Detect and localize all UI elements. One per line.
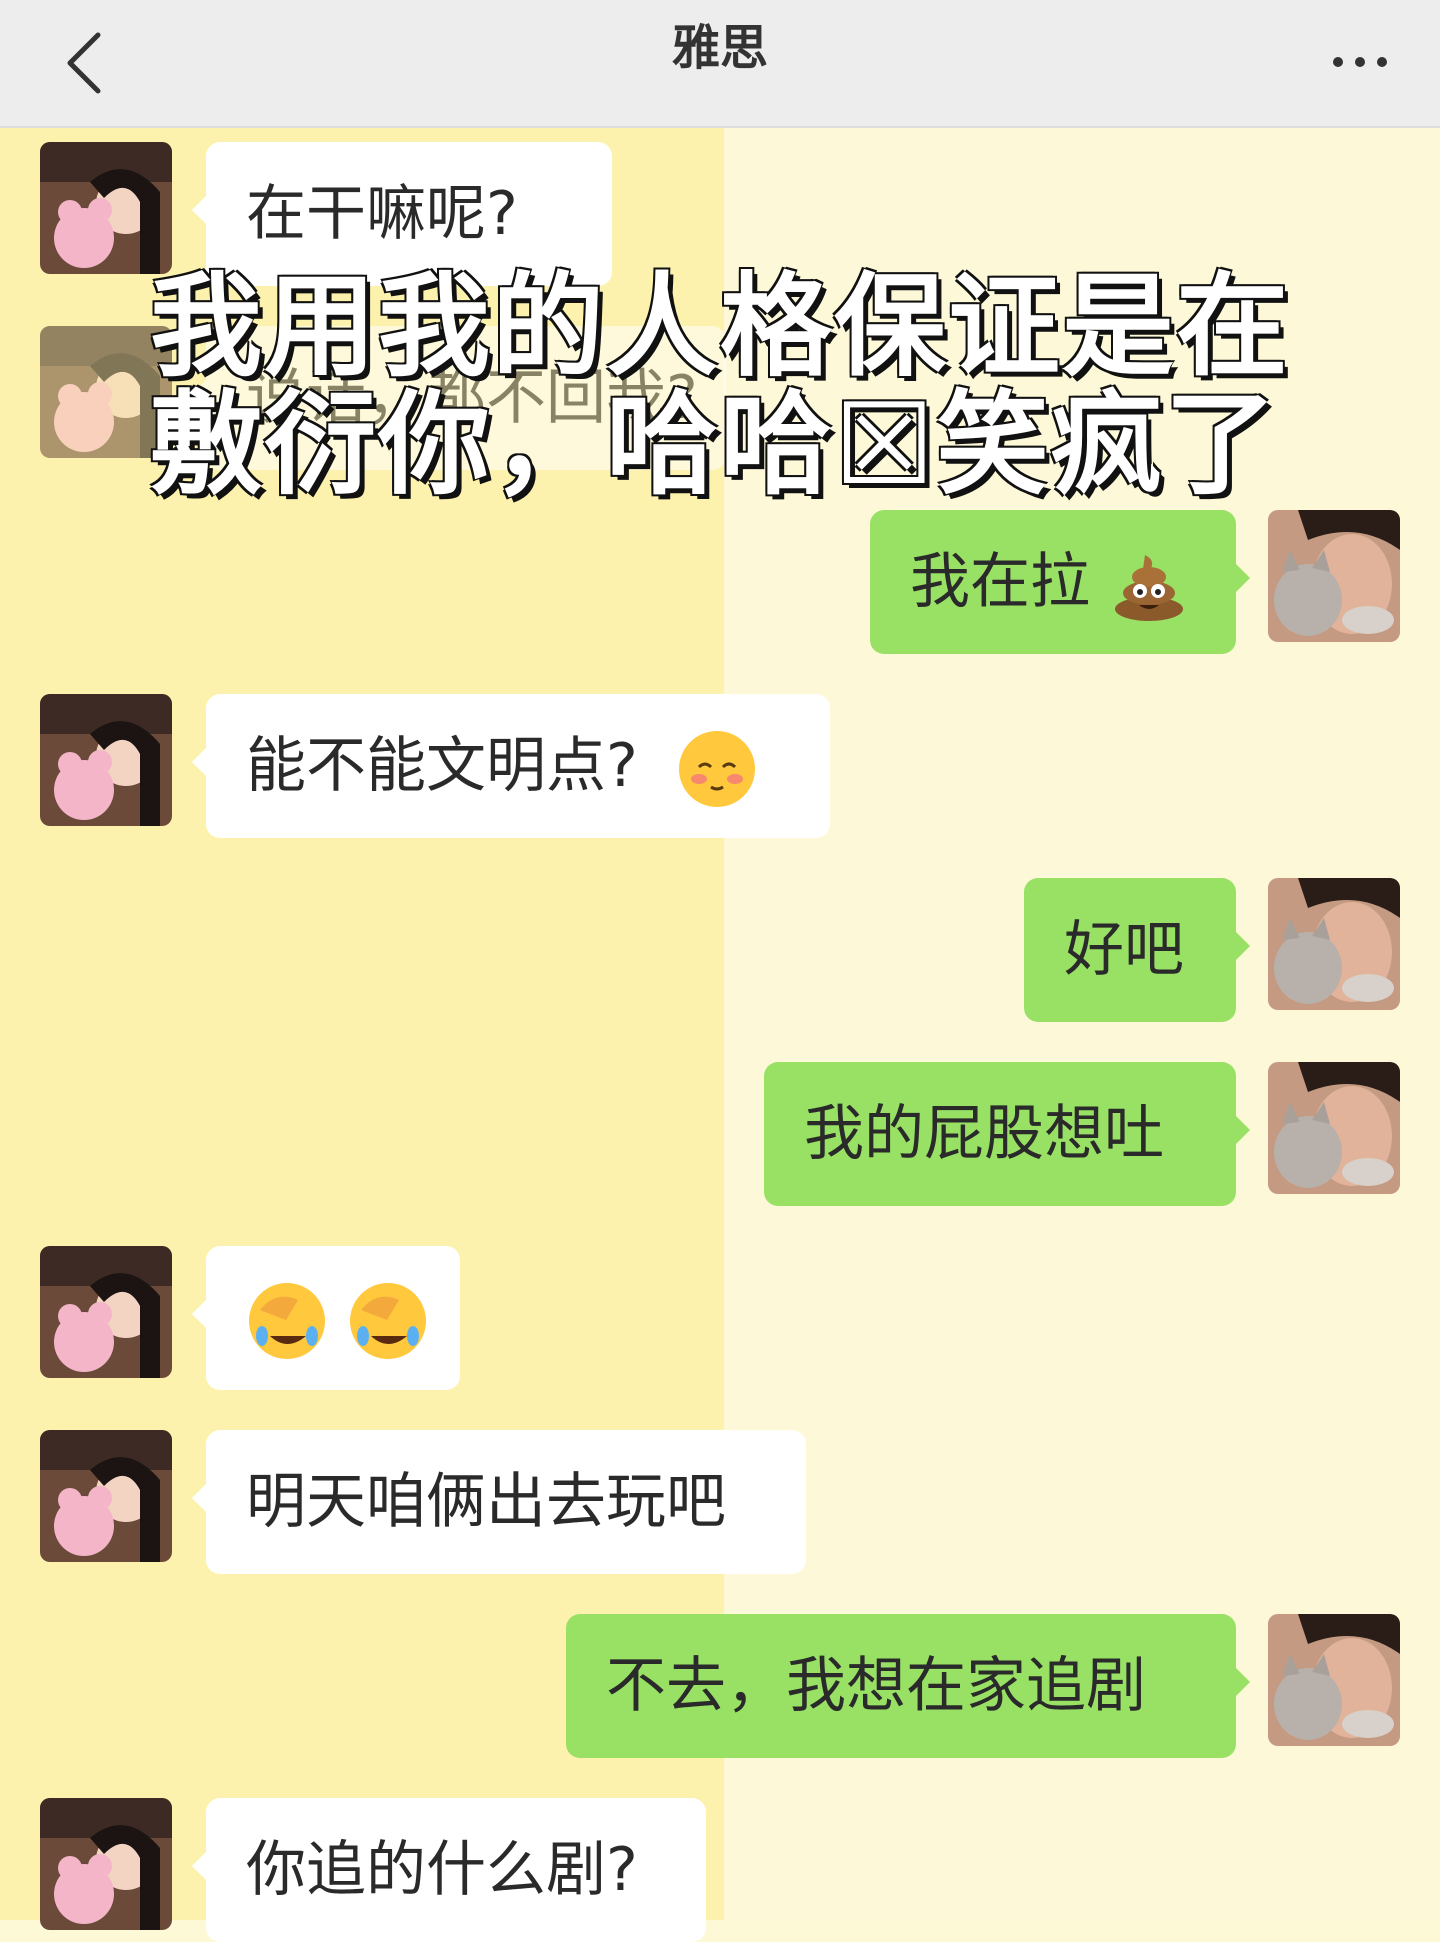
- message-bubble-outgoing[interactable]: 我在拉: [870, 510, 1250, 654]
- boy-with-cat-avatar-icon: [1268, 1614, 1400, 1746]
- girl-avatar-icon: [40, 694, 172, 826]
- contact-avatar[interactable]: [40, 1430, 172, 1562]
- message-bubble-outgoing[interactable]: 我的屁股想吐: [764, 1062, 1250, 1206]
- boy-with-cat-avatar-icon: [1268, 510, 1400, 642]
- chat-header: 雅思: [0, 0, 1440, 128]
- overlay-caption-line1: 我用我的人格保证是在: [150, 262, 1290, 392]
- contact-avatar[interactable]: [40, 1246, 172, 1378]
- contact-avatar[interactable]: [40, 1798, 172, 1930]
- message-text: 明天咱俩出去玩吧: [246, 1467, 726, 1537]
- face-palm-laugh-emoji-icon: [249, 1283, 325, 1360]
- girl-avatar-icon: [40, 1246, 172, 1378]
- message-text: 你追的什么剧?: [246, 1835, 638, 1905]
- message-bubble-incoming[interactable]: 你追的什么剧?: [192, 1798, 706, 1942]
- message-text: 能不能文明点?: [246, 731, 638, 801]
- message-bubble-outgoing[interactable]: 好吧: [1024, 878, 1250, 1022]
- my-avatar[interactable]: [1268, 510, 1400, 642]
- face-palm-laugh-emoji-icon: [350, 1283, 427, 1360]
- girl-avatar-icon: [40, 1430, 172, 1562]
- message-text: 我的屁股想吐: [804, 1099, 1164, 1169]
- more-dots-icon: [1333, 57, 1387, 67]
- blushing-face-emoji-icon: [678, 731, 755, 808]
- message-bubble-incoming[interactable]: 明天咱俩出去玩吧: [192, 1430, 806, 1574]
- message-bubble-incoming[interactable]: [192, 1246, 460, 1390]
- my-avatar[interactable]: [1268, 878, 1400, 1010]
- message-bubble-outgoing[interactable]: 不去，我想在家追剧: [566, 1614, 1250, 1758]
- more-button[interactable]: [1320, 22, 1400, 102]
- girl-avatar-icon: [40, 1798, 172, 1930]
- overlay-caption: 我用我的人格保证是在 敷衍你，哈哈☒笑疯了: [150, 268, 1290, 504]
- my-avatar[interactable]: [1268, 1614, 1400, 1746]
- my-avatar[interactable]: [1268, 1062, 1400, 1194]
- message-bubble-incoming[interactable]: 能不能文明点?: [192, 694, 830, 838]
- contact-avatar[interactable]: [40, 694, 172, 826]
- message-text: 我在拉: [910, 547, 1090, 617]
- message-text: 好吧: [1064, 915, 1184, 985]
- poop-emoji-icon: [1115, 555, 1184, 622]
- contact-avatar[interactable]: [40, 142, 172, 274]
- boy-with-cat-avatar-icon: [1268, 878, 1400, 1010]
- chat-title: 雅思: [671, 20, 768, 76]
- overlay-caption-line2: 敷衍你，哈哈☒笑疯了: [150, 380, 1279, 510]
- message-text: 在干嘛呢?: [246, 179, 518, 249]
- girl-avatar-icon: [40, 142, 172, 274]
- message-text: 不去，我想在家追剧: [606, 1651, 1146, 1721]
- boy-with-cat-avatar-icon: [1268, 1062, 1400, 1194]
